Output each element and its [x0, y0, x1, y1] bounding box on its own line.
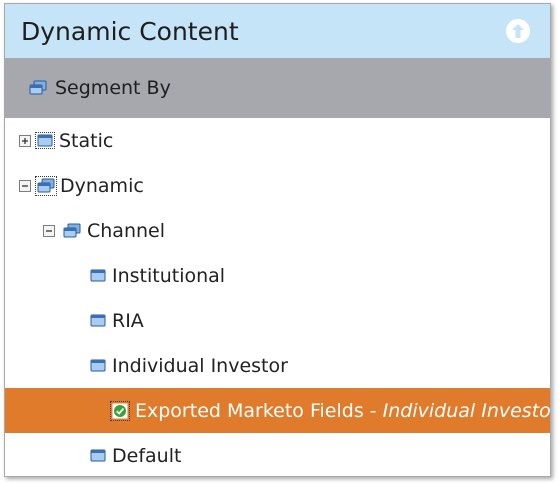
tree-node-static[interactable]: Static — [5, 118, 550, 163]
segment-stack-icon — [35, 175, 57, 196]
dynamic-content-panel: Dynamic Content Segment By Static Dynami… — [4, 3, 551, 477]
segment-icon — [90, 269, 106, 282]
collapse-minus-icon[interactable] — [43, 224, 55, 237]
segment-icon — [90, 314, 106, 327]
segment-stack-icon — [29, 80, 47, 96]
tree-label: Individual Investor — [112, 354, 288, 377]
segment-by-bar[interactable]: Segment By — [5, 58, 550, 118]
expand-plus-icon[interactable] — [19, 134, 31, 147]
tree-node-ria[interactable]: RIA — [5, 298, 550, 343]
tree-label: Default — [112, 444, 182, 467]
tree-label: Static — [59, 129, 114, 152]
tree-node-exported-marketo-fields[interactable]: Exported Marketo Fields - Individual Inv… — [5, 388, 550, 433]
tree-node-individual-investor[interactable]: Individual Investor — [5, 343, 550, 388]
tree-node-dynamic[interactable]: Dynamic — [5, 163, 550, 208]
segment-stack-icon — [63, 223, 81, 239]
panel-title: Dynamic Content — [21, 16, 239, 46]
collapse-minus-icon[interactable] — [19, 179, 31, 192]
segment-name: Individual Investor — [382, 399, 551, 422]
panel-header: Dynamic Content — [5, 4, 550, 58]
exported-label-group: Exported Marketo Fields - Individual Inv… — [135, 399, 551, 422]
label-separator: - — [363, 399, 383, 422]
segment-icon — [90, 359, 106, 372]
tree-label: Institutional — [112, 264, 226, 287]
tree-label: Exported Marketo Fields — [135, 399, 364, 422]
segment-by-label: Segment By — [55, 77, 171, 99]
approved-check-icon — [110, 400, 130, 421]
tree-label: RIA — [112, 309, 144, 332]
segment-icon — [90, 449, 106, 462]
tree-node-institutional[interactable]: Institutional — [5, 253, 550, 298]
folder-segment-icon — [35, 132, 55, 149]
tree-node-channel[interactable]: Channel — [5, 208, 550, 253]
tree-node-default[interactable]: Default — [5, 433, 550, 476]
tree-label: Dynamic — [60, 174, 144, 197]
arrow-up-circle-icon[interactable] — [506, 19, 530, 43]
tree-label: Channel — [87, 219, 166, 242]
